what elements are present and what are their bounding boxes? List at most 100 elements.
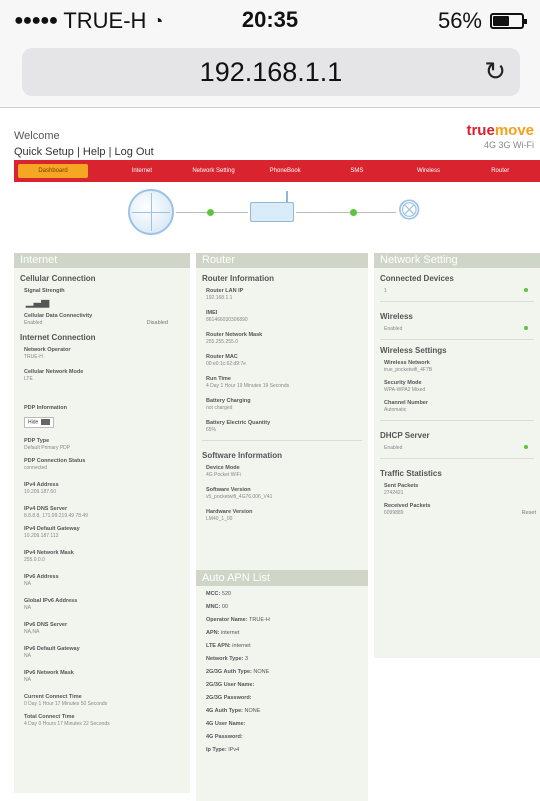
field-value: NA bbox=[24, 677, 31, 683]
apn-label: MCC: bbox=[206, 591, 221, 597]
field-value: 861466030306890 bbox=[206, 317, 248, 323]
section-title: Connected Devices bbox=[380, 274, 454, 283]
wifi-icon: ⨷ bbox=[398, 194, 421, 225]
apn-row: 4G Auth Type: NONE bbox=[196, 703, 368, 716]
router-panel: Router Router Information Router LAN IP 1… bbox=[196, 253, 368, 571]
battery-icon bbox=[490, 13, 527, 29]
apn-panel: Auto APN List MCC: 520 MNC: 00 Operator Na… bbox=[196, 570, 368, 801]
field-value: 255.0.0.0 bbox=[24, 557, 45, 563]
field-value: Enabled bbox=[24, 320, 43, 326]
router-web-page: Welcome Quick Setup | Help | Log Out tru… bbox=[0, 108, 540, 801]
field-value: 4G Pocket WiFi bbox=[206, 472, 241, 478]
field-value: 4 Day 0 Hours 17 Minutes 22 Seconds bbox=[24, 721, 110, 727]
brand-subtitle: 4G 3G Wi-Fi bbox=[483, 140, 534, 150]
apn-value: 520 bbox=[221, 591, 232, 597]
dhcp-status: Enabled bbox=[384, 445, 403, 451]
field-value: 65% bbox=[206, 427, 217, 433]
field-value: 0 Day 1 Hour 17 Minutes 50 Seconds bbox=[24, 701, 108, 707]
apn-row: LTE APN: internet bbox=[196, 638, 368, 651]
field-label: IPv6 Default Gateway bbox=[24, 646, 80, 652]
apn-label: LTE APN: bbox=[206, 643, 231, 649]
field-value: Automatic bbox=[384, 407, 407, 413]
tab-sms[interactable]: SMS bbox=[321, 164, 393, 178]
field-label: Channel Number bbox=[384, 400, 429, 406]
welcome-text: Welcome bbox=[14, 130, 60, 142]
field-label: Received Packets bbox=[384, 503, 431, 509]
apn-label: Operator Name: bbox=[206, 617, 248, 623]
network-setting-panel: Network Setting Connected Devices 1 Wire… bbox=[374, 253, 540, 658]
panel-title: Router bbox=[196, 253, 368, 268]
url-text[interactable]: 192.168.1.1 bbox=[22, 57, 520, 88]
field-value: WPA-WPA2 Mixed bbox=[384, 387, 426, 393]
field-label: Router Network Mask bbox=[206, 332, 263, 338]
tab-router[interactable]: Router bbox=[464, 164, 536, 178]
pdp-toggle-button[interactable]: Hide bbox=[24, 416, 55, 428]
apn-row: Operator Name: TRUE-H bbox=[196, 612, 368, 625]
field-label: Battery Charging bbox=[206, 398, 251, 404]
section-title: Traffic Statistics bbox=[380, 469, 442, 478]
apn-value: TRUE-H bbox=[249, 617, 270, 623]
apn-label: 2G/3G Password: bbox=[206, 695, 252, 701]
field-value: 00:e0:1c:62:d9:7e bbox=[206, 361, 247, 367]
reload-icon[interactable]: ↻ bbox=[484, 56, 506, 87]
wireless-status: Enabled bbox=[384, 326, 403, 332]
apn-row: Ip Type: IPv4 bbox=[196, 742, 368, 755]
field-label: Hardware Version bbox=[206, 509, 253, 515]
field-value: 4 Day 1 Hour 19 Minutes 19 Seconds bbox=[206, 383, 290, 389]
apn-value: 3 bbox=[245, 656, 249, 662]
battery-percent: 56% bbox=[437, 8, 482, 33]
status-dot-icon bbox=[524, 288, 528, 292]
apn-value: IPv4 bbox=[228, 747, 240, 753]
tab-internet[interactable]: Internet bbox=[106, 164, 178, 178]
tab-network-setting[interactable]: Network Setting bbox=[178, 164, 250, 178]
apn-row: 4G Password: bbox=[196, 729, 368, 742]
field-value: 192.168.1.1 bbox=[206, 295, 233, 301]
globe-icon bbox=[128, 189, 174, 235]
apn-row: 4G User Name: bbox=[196, 716, 368, 729]
link-line bbox=[296, 212, 396, 213]
section-title: Cellular Connection bbox=[20, 274, 96, 283]
field-label: Network Operator bbox=[24, 347, 71, 353]
apn-label: MNC: bbox=[206, 604, 221, 610]
section-title: Wireless bbox=[380, 312, 413, 321]
reset-button[interactable]: Reset bbox=[522, 510, 536, 517]
field-label: IPv4 DNS Server bbox=[24, 506, 68, 512]
apn-label: Network Type: bbox=[206, 656, 244, 662]
tab-dashboard[interactable]: Dashboard bbox=[18, 164, 88, 178]
field-label: PDP Information bbox=[24, 405, 67, 411]
apn-label: 4G Auth Type: bbox=[206, 708, 243, 714]
main-nav: Dashboard Internet Network Setting Phone… bbox=[14, 160, 540, 182]
panel-title: Auto APN List bbox=[196, 570, 368, 586]
tab-wireless[interactable]: Wireless bbox=[393, 164, 465, 178]
field-label: Router LAN IP bbox=[206, 288, 244, 294]
field-right-value: Disabled bbox=[146, 320, 168, 326]
section-title: Software Information bbox=[202, 451, 283, 460]
field-value: NA bbox=[24, 653, 31, 659]
signal-label: Signal Strength bbox=[24, 288, 65, 294]
field-label: Total Connect Time bbox=[24, 714, 75, 720]
quick-links[interactable]: Quick Setup | Help | Log Out bbox=[14, 146, 154, 158]
status-led bbox=[350, 209, 357, 216]
apn-value: internet bbox=[232, 643, 251, 649]
field-label: Cellular Data Connectivity bbox=[24, 313, 93, 319]
apn-label: 2G/3G Auth Type: bbox=[206, 669, 252, 675]
tab-phonebook[interactable]: PhoneBook bbox=[249, 164, 321, 178]
field-value: 8.8.8.8, 171.99.219.49 78.49 bbox=[24, 513, 88, 519]
field-label: PDP Type bbox=[24, 438, 50, 444]
section-title: DHCP Server bbox=[380, 431, 430, 440]
field-value: NA,NA bbox=[24, 629, 40, 635]
field-label: Wireless Network bbox=[384, 360, 430, 366]
field-label: IPv6 Address bbox=[24, 574, 59, 580]
field-label: IPv6 DNS Server bbox=[24, 622, 68, 628]
battery-area: 56% bbox=[437, 8, 527, 34]
field-label: Global IPv6 Address bbox=[24, 598, 78, 604]
field-label: Security Mode bbox=[384, 380, 422, 386]
field-value: 10.209.187.113 bbox=[24, 533, 59, 539]
section-title: Router Information bbox=[202, 274, 274, 283]
section-title: Internet Connection bbox=[20, 333, 96, 342]
apn-label: 4G Password: bbox=[206, 734, 243, 740]
field-value: 255.255.255.0 bbox=[206, 339, 238, 345]
field-value: connected bbox=[24, 465, 48, 471]
address-bar[interactable]: 192.168.1.1 ↻ bbox=[22, 48, 520, 96]
apn-label: Ip Type: bbox=[206, 747, 227, 753]
